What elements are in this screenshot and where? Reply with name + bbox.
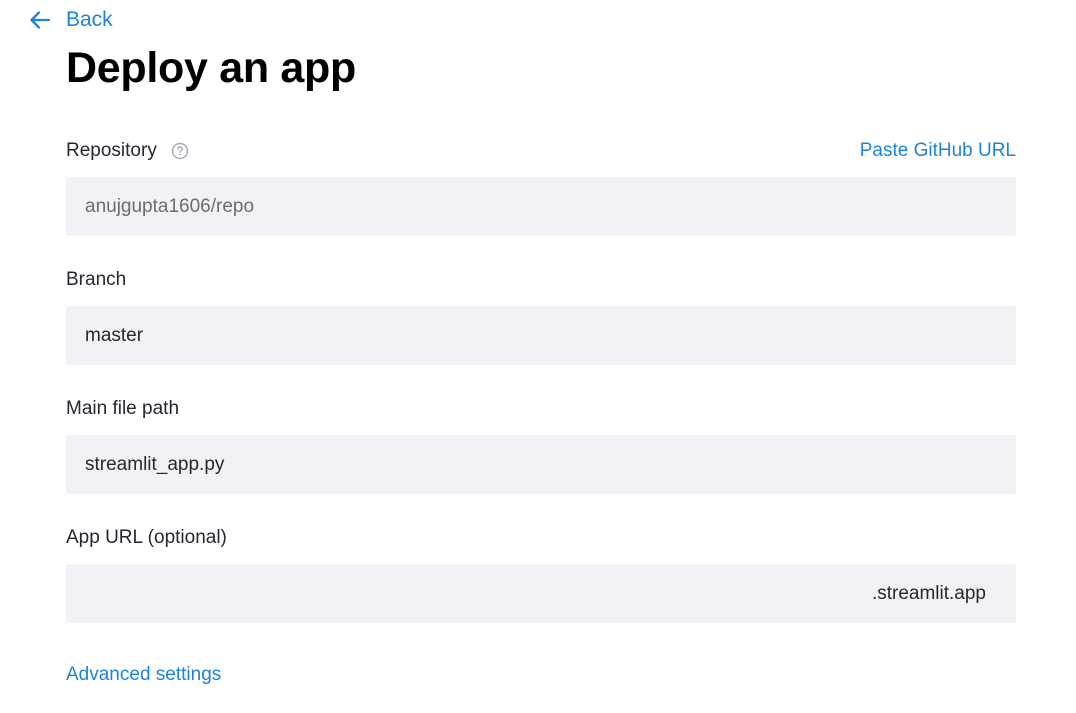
paste-github-url-link[interactable]: Paste GitHub URL bbox=[860, 140, 1016, 162]
back-label: Back bbox=[66, 8, 113, 31]
main-file-label-row: Main file path bbox=[66, 395, 1016, 423]
deploy-app-page: Back Deploy an app Repository Paste GitH… bbox=[0, 0, 1076, 713]
branch-label-row: Branch bbox=[66, 266, 1016, 294]
app-url-label: App URL (optional) bbox=[66, 527, 227, 548]
branch-label: Branch bbox=[66, 269, 127, 290]
question-circle-icon[interactable] bbox=[171, 142, 189, 160]
repository-label-row: Repository Paste GitHub URL bbox=[66, 137, 1016, 165]
main-file-label: Main file path bbox=[66, 398, 180, 419]
main-file-input[interactable] bbox=[66, 435, 1016, 494]
app-url-field: .streamlit.app bbox=[66, 563, 1016, 624]
branch-input[interactable] bbox=[66, 306, 1016, 365]
back-link[interactable]: Back bbox=[28, 6, 113, 34]
app-url-label-row: App URL (optional) bbox=[66, 524, 1016, 552]
advanced-settings-link[interactable]: Advanced settings bbox=[66, 664, 221, 686]
repository-label: Repository bbox=[66, 140, 189, 162]
app-url-suffix: .streamlit.app bbox=[871, 582, 986, 604]
arrow-left-icon bbox=[28, 8, 52, 32]
page-title: Deploy an app bbox=[66, 44, 356, 92]
app-url-input[interactable] bbox=[85, 563, 872, 624]
repository-label-text: Repository bbox=[66, 140, 157, 161]
repository-input[interactable] bbox=[66, 177, 1016, 236]
